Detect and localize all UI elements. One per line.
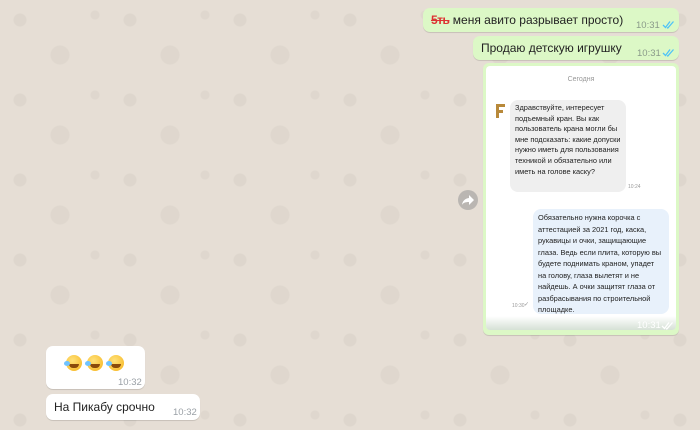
strikethrough-text: 5ть bbox=[431, 13, 450, 27]
message-text: На Пикабу срочно bbox=[54, 400, 155, 414]
incoming-message[interactable]: На Пикабу срочно 10:32 bbox=[46, 394, 200, 420]
read-ticks-icon bbox=[662, 20, 675, 29]
question-bubble: Здравствуйте, интересует подъемный кран.… bbox=[510, 100, 626, 192]
image-message[interactable]: Сегодня Здравствуйте, интересует подъемн… bbox=[483, 63, 679, 335]
message-time: 10:32 bbox=[173, 407, 197, 418]
rofl-emoji-icon bbox=[64, 355, 82, 371]
forward-button[interactable] bbox=[458, 190, 478, 210]
message-body: меня авито разрывает просто) bbox=[452, 13, 624, 27]
message-time: 10:31 bbox=[636, 20, 660, 31]
message-time: 10:32 bbox=[118, 377, 142, 388]
check-icon: ✓ bbox=[524, 302, 530, 308]
rofl-emoji-icon bbox=[106, 355, 124, 371]
embedded-screenshot: Сегодня Здравствуйте, интересует подъемн… bbox=[486, 66, 676, 330]
forward-icon bbox=[462, 195, 474, 205]
incoming-message[interactable]: 10:32 bbox=[46, 346, 145, 389]
question-time: 10:24 bbox=[628, 184, 641, 190]
seller-avatar bbox=[493, 102, 507, 120]
outgoing-message[interactable]: 5ть меня авито разрывает просто) 10:31 bbox=[423, 8, 679, 32]
answer-bubble: Обязательно нужна корочка с аттестацией … bbox=[533, 209, 669, 314]
emoji-row bbox=[64, 355, 129, 371]
message-text: 5ть меня авито разрывает просто) bbox=[431, 13, 623, 27]
read-ticks-icon bbox=[662, 48, 675, 57]
read-ticks-icon bbox=[661, 321, 674, 330]
rofl-emoji-icon bbox=[85, 355, 103, 371]
message-text: Продаю детскую игрушку bbox=[481, 41, 622, 55]
outgoing-message[interactable]: Продаю детскую игрушку 10:31 bbox=[473, 36, 679, 60]
message-time: 10:31 bbox=[637, 48, 661, 59]
date-separator: Сегодня bbox=[567, 76, 595, 83]
message-time: 10:31 bbox=[637, 320, 661, 331]
answer-time: 10:30 bbox=[512, 303, 525, 309]
